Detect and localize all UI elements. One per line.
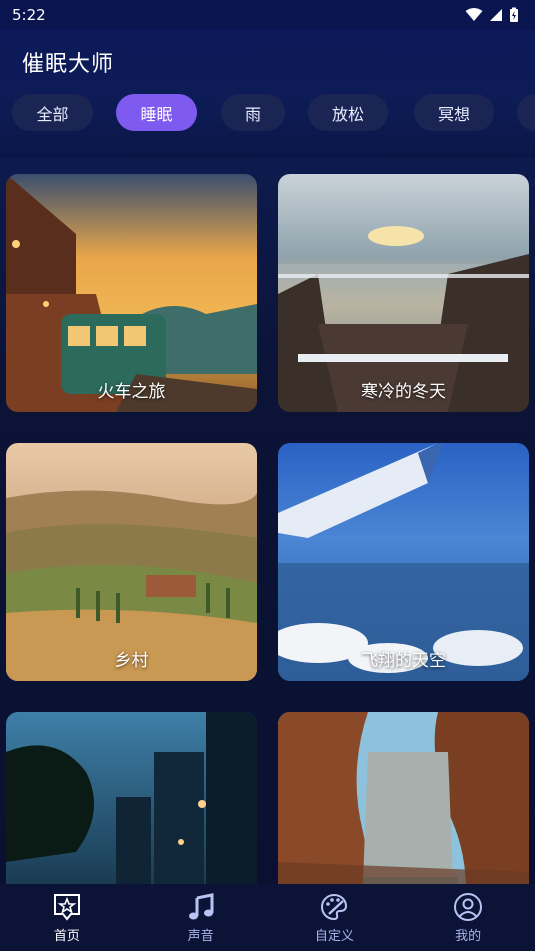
card-train-journey[interactable]: 火车之旅 <box>6 174 257 412</box>
city-scene-image <box>6 712 257 884</box>
status-time: 5:22 <box>12 6 46 24</box>
bottom-nav: 首页 声音 自定义 我的 <box>0 884 535 951</box>
nav-label: 首页 <box>53 928 80 944</box>
battery-icon <box>510 7 518 22</box>
card-city[interactable] <box>6 712 257 884</box>
nav-label: 我的 <box>455 928 482 944</box>
home-star-icon <box>52 892 82 922</box>
card-countryside[interactable]: 乡村 <box>6 443 257 681</box>
nav-profile[interactable]: 我的 <box>401 884 535 951</box>
app-screen: 5:22 催眠大师 全部 睡眠 雨 放松 冥想 火车之旅 寒冷的冬天 乡村 飞翔… <box>0 0 535 951</box>
profile-icon <box>453 892 483 922</box>
chip-rain[interactable]: 雨 <box>221 94 285 131</box>
chip-meditation[interactable]: 冥想 <box>414 94 494 131</box>
card-label: 乡村 <box>114 651 149 671</box>
sound-grid: 火车之旅 寒冷的冬天 乡村 飞翔的天空 <box>0 158 535 884</box>
chip-relax[interactable]: 放松 <box>308 94 388 131</box>
wifi-icon <box>465 8 483 21</box>
status-icons <box>465 7 519 23</box>
nav-custom[interactable]: 自定义 <box>268 884 402 951</box>
nav-label: 自定义 <box>314 928 354 944</box>
music-note-icon <box>186 892 216 922</box>
card-cold-winter[interactable]: 寒冷的冬天 <box>278 174 529 412</box>
card-label: 火车之旅 <box>97 382 166 402</box>
chip-sleep[interactable]: 睡眠 <box>116 94 197 131</box>
palette-icon <box>319 892 349 922</box>
card-canyon[interactable] <box>278 712 529 884</box>
chip-all[interactable]: 全部 <box>12 94 93 131</box>
signal-icon <box>490 9 502 21</box>
app-title: 催眠大师 <box>22 52 115 77</box>
nav-home[interactable]: 首页 <box>0 884 134 951</box>
card-flying-sky[interactable]: 飞翔的天空 <box>278 443 529 681</box>
header: 催眠大师 全部 睡眠 雨 放松 冥想 <box>0 30 535 158</box>
canyon-scene-image <box>278 712 529 884</box>
card-label: 寒冷的冬天 <box>361 382 446 402</box>
card-label: 飞翔的天空 <box>361 651 446 671</box>
nav-label: 声音 <box>187 928 214 944</box>
chip-more[interactable] <box>517 94 535 131</box>
nav-sounds[interactable]: 声音 <box>134 884 268 951</box>
status-bar: 5:22 <box>0 0 535 30</box>
